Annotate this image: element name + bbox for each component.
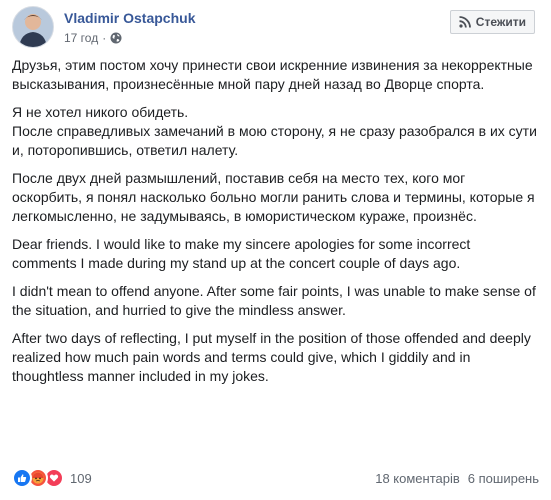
engagement-stats: 18 коментарів 6 поширень [375,471,539,486]
meta-separator: · [102,31,107,45]
post-body: Друзья, этим постом хочу принести свои и… [12,56,537,395]
post-footer: 109 18 коментарів 6 поширень [12,468,539,488]
like-icon [12,468,32,488]
reaction-count[interactable]: 109 [70,471,92,486]
globe-icon[interactable] [110,32,122,44]
follow-label: Стежити [475,15,526,29]
author-name-link[interactable]: Vladimir Ostapchuk [64,10,195,26]
post-paragraph: Я не хотел никого обидеть. После справед… [12,104,537,158]
post-meta: 17 год · [64,31,122,45]
author-avatar[interactable] [12,6,54,48]
post-paragraph: I didn't mean to offend anyone. After so… [12,283,536,318]
comments-count-link[interactable]: 18 коментарів [375,471,460,486]
rss-icon [459,16,471,28]
post-timestamp[interactable]: 17 год [64,31,98,45]
post-paragraph: After two days of reflecting, I put myse… [12,330,531,384]
post-paragraph: Dear friends. I would like to make my si… [12,236,471,271]
post-paragraph: После двух дней размышлений, поставив се… [12,170,535,224]
post-header: Vladimir Ostapchuk 17 год · Стежити [12,6,539,50]
shares-count-link[interactable]: 6 поширень [468,471,539,486]
follow-button[interactable]: Стежити [449,10,535,34]
avatar-image [13,7,53,47]
facebook-post: Vladimir Ostapchuk 17 год · Стежити Друз… [0,0,551,500]
post-paragraph: Друзья, этим постом хочу принести свои и… [12,57,533,92]
reactions-summary[interactable]: 109 [12,468,92,488]
